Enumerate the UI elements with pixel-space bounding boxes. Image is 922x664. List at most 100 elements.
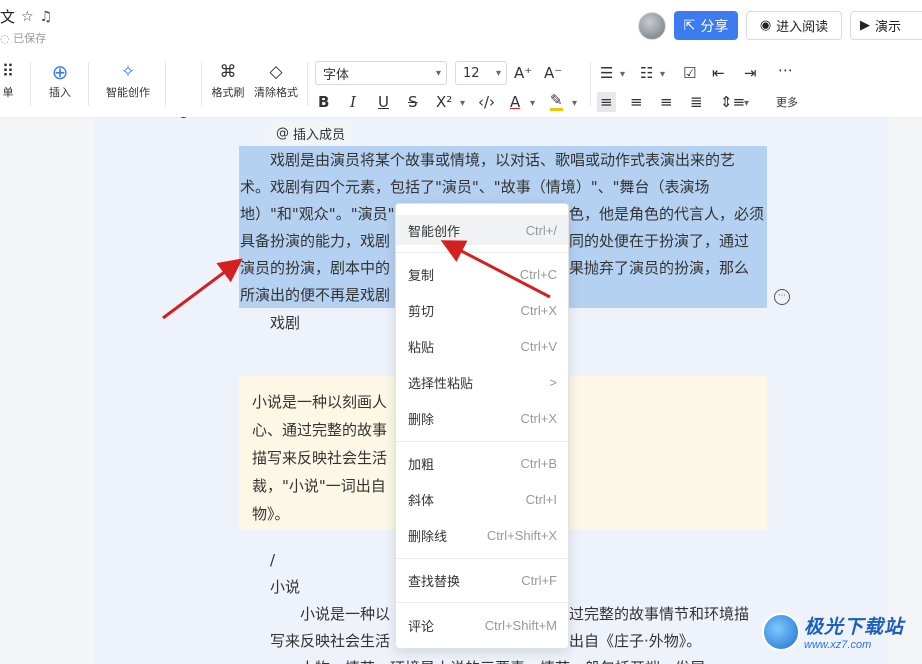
menu-item-paste[interactable]: 粘贴 Ctrl+V [396,331,568,361]
menu-item-label: 斜体 [408,493,435,509]
font-family-select[interactable]: 字体 ▾ [315,61,447,85]
menu-item-shortcut: Ctrl+F [521,572,557,588]
font-color-icon[interactable]: A [510,92,520,112]
paragraph-line[interactable]: 所演出的便不再是戏剧 [240,282,390,309]
menu-tool[interactable]: ⠿ 单 [0,60,22,100]
more-label[interactable]: 更多 [776,94,798,110]
toolbar-divider [165,62,166,106]
comment-icon[interactable]: ··· [774,289,790,305]
indent-icon[interactable]: ⇥ [744,63,757,83]
magic-wand-icon: ✧ [120,62,136,82]
insert-tool[interactable]: ⊕ 插入 [42,60,78,100]
paragraph-line[interactable]: 演员的扮演，剧本中的 [240,255,390,282]
paragraph-line[interactable]: 过完整的故事情节和环境描 [569,601,749,627]
align-left-icon[interactable]: ≡ [597,92,616,112]
align-right-icon[interactable]: ≡ [660,92,673,112]
chevron-down-icon[interactable]: ▾ [460,94,465,114]
menu-item-ai-create[interactable]: 智能创作 Ctrl+/ [396,215,568,245]
doc-title[interactable]: 文 [0,6,15,27]
menu-item-bold[interactable]: 加粗 Ctrl+B [396,448,568,478]
menu-divider [396,441,568,442]
share-icon: ⇱ [683,17,696,34]
chevron-down-icon[interactable]: ▾ [744,94,749,114]
menu-divider [396,602,568,603]
superscript-icon[interactable]: X² [436,92,452,112]
avatar[interactable] [638,12,666,40]
increase-font-icon[interactable]: A⁺ [514,63,532,83]
menu-item-shortcut: Ctrl+V [520,338,557,354]
watermark-text: 极光下载站 www.xz7.com [804,612,904,651]
italic-icon[interactable]: I [350,92,356,112]
ai-create-label: 智能创作 [106,86,150,99]
chevron-down-icon[interactable]: ▾ [572,94,577,114]
menu-item-comment[interactable]: 评论 Ctrl+Shift+M [396,610,568,640]
clear-format-tool[interactable]: ◇ 清除格式 [250,60,302,100]
bullet-list-icon[interactable]: ☰ [600,63,613,83]
save-status-text: 已保存 [13,32,47,45]
paragraph-line[interactable]: 写来反映社会生活 [270,628,390,654]
chevron-right-icon: > [549,374,557,390]
menu-item-shortcut: Ctrl+Shift+M [484,617,557,633]
mention-chip[interactable]: @ 插入成员 [270,122,352,144]
menu-item-delete[interactable]: 删除 Ctrl+X [396,403,568,433]
play-icon: ▶ [860,18,870,33]
font-size-select[interactable]: 12 ▾ [455,61,507,85]
chevron-down-icon[interactable]: ▾ [620,65,625,85]
numbered-list-icon[interactable]: ☷ [640,63,653,83]
bell-icon[interactable]: ♫ [40,9,53,25]
paragraph-line[interactable]: 出自《庄子·外物》。 [569,628,701,654]
highlight-icon[interactable]: ✎ [550,92,563,111]
eraser-icon: ◇ [269,62,283,82]
chevron-down-icon[interactable]: ▾ [530,94,535,114]
paragraph-line[interactable]: 小说是一种以 [300,601,390,627]
share-button[interactable]: ⇱ 分享 [674,11,738,40]
ellipsis-icon[interactable]: ⋯ [778,60,793,80]
menu-item-shortcut: Ctrl+C [519,266,557,282]
paragraph-line[interactable]: 人物、情节、环境是小说的三要素。情节一般包括开端、发展 [300,655,705,664]
slash-line[interactable]: / [270,547,275,573]
context-menu: 智能创作 Ctrl+/ 复制 Ctrl+C 剪切 Ctrl+X 粘贴 Ctrl+… [395,203,569,649]
menu-item-cut[interactable]: 剪切 Ctrl+X [396,295,568,325]
cloud-check-icon: ◌ [0,32,14,45]
callout-line: 心、通过完整的故事 [252,421,388,439]
menu-item-shortcut: Ctrl+X [520,410,557,426]
clear-format-label: 清除格式 [254,86,298,99]
menu-item-label: 粘贴 [408,340,435,356]
menu-item-copy[interactable]: 复制 Ctrl+C [396,259,568,289]
code-icon[interactable]: ‹/› [478,92,495,112]
paragraph-line[interactable]: 戏剧是由演员将某个故事或情境，以对话、歌唱或动作式表演出来的艺 [270,147,735,174]
menu-item-strikethrough[interactable]: 删除线 Ctrl+Shift+X [396,520,568,550]
strikethrough-icon[interactable]: S [408,92,418,112]
outdent-icon[interactable]: ⇤ [712,63,725,83]
underline-icon[interactable]: U [378,92,389,112]
callout-line: 描写来反映社会生活 [252,449,388,467]
paragraph-line[interactable]: 同的处便在于扮演了，通过 [569,228,749,255]
heading-xiju[interactable]: 戏剧 [270,310,300,337]
heading-xiaoshuo[interactable]: 小说 [270,574,300,600]
paragraph-line[interactable]: 地）"和"观众"。"演员" [240,201,395,228]
align-center-icon[interactable]: ≡ [630,92,643,112]
paragraph-line[interactable]: 果抛弃了演员的扮演，那么 [569,255,749,282]
watermark-main: 极光下载站 [804,616,905,638]
callout-text[interactable]: 小说是一种以刻画人 心、通过完整的故事 描写来反映社会生活 裁，"小说"一词出自… [252,388,402,528]
format-painter-tool[interactable]: ⌘ 格式刷 [208,60,248,100]
toolbar-divider [201,62,202,106]
paragraph-line[interactable]: 色，他是角色的代言人，必须 [569,201,764,228]
chevron-down-icon: ▾ [495,67,501,79]
paragraph-line[interactable]: 具备扮演的能力，戏剧 [240,228,390,255]
decrease-font-icon[interactable]: A⁻ [544,63,562,83]
menu-item-find-replace[interactable]: 查找替换 Ctrl+F [396,565,568,595]
checkbox-icon[interactable]: ☑ [683,63,696,83]
paragraph-line[interactable]: 术。戏剧有四个元素，包括了"演员"、"故事（情境）"、"舞台（表演场 [240,174,710,201]
line-spacing-icon[interactable]: ⇕≡ [720,92,745,112]
bold-icon[interactable]: B [318,92,329,112]
chevron-down-icon[interactable]: ▾ [660,65,665,85]
read-mode-button[interactable]: ◉ 进入阅读 [746,11,842,40]
chevron-down-icon: ▾ [435,67,441,79]
star-icon[interactable]: ☆ [21,9,34,25]
ai-create-tool[interactable]: ✧ 智能创作 [100,60,156,100]
menu-item-paste-special[interactable]: 选择性粘贴 > [396,367,568,397]
menu-item-italic[interactable]: 斜体 Ctrl+I [396,484,568,514]
justify-icon[interactable]: ≣ [690,92,703,112]
present-button[interactable]: ▶ 演示 [850,11,922,40]
